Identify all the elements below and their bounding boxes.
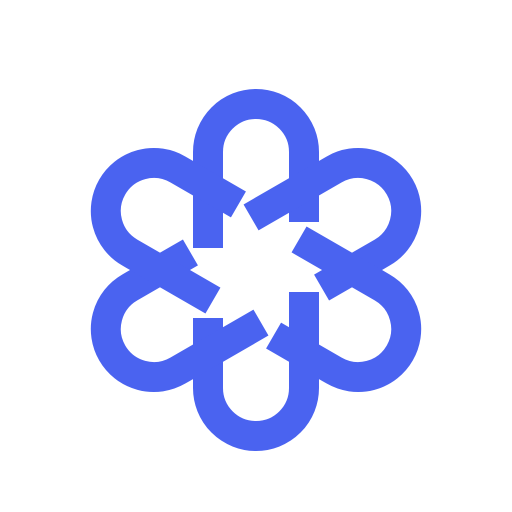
knot-petal: [251, 239, 424, 394]
knot-petal: [88, 145, 261, 300]
logo-canvas: [0, 0, 512, 512]
knot-petal: [208, 292, 304, 436]
knot-petal: [208, 104, 304, 248]
knot-shape: [88, 104, 424, 436]
knot-logo-icon: [0, 0, 512, 512]
